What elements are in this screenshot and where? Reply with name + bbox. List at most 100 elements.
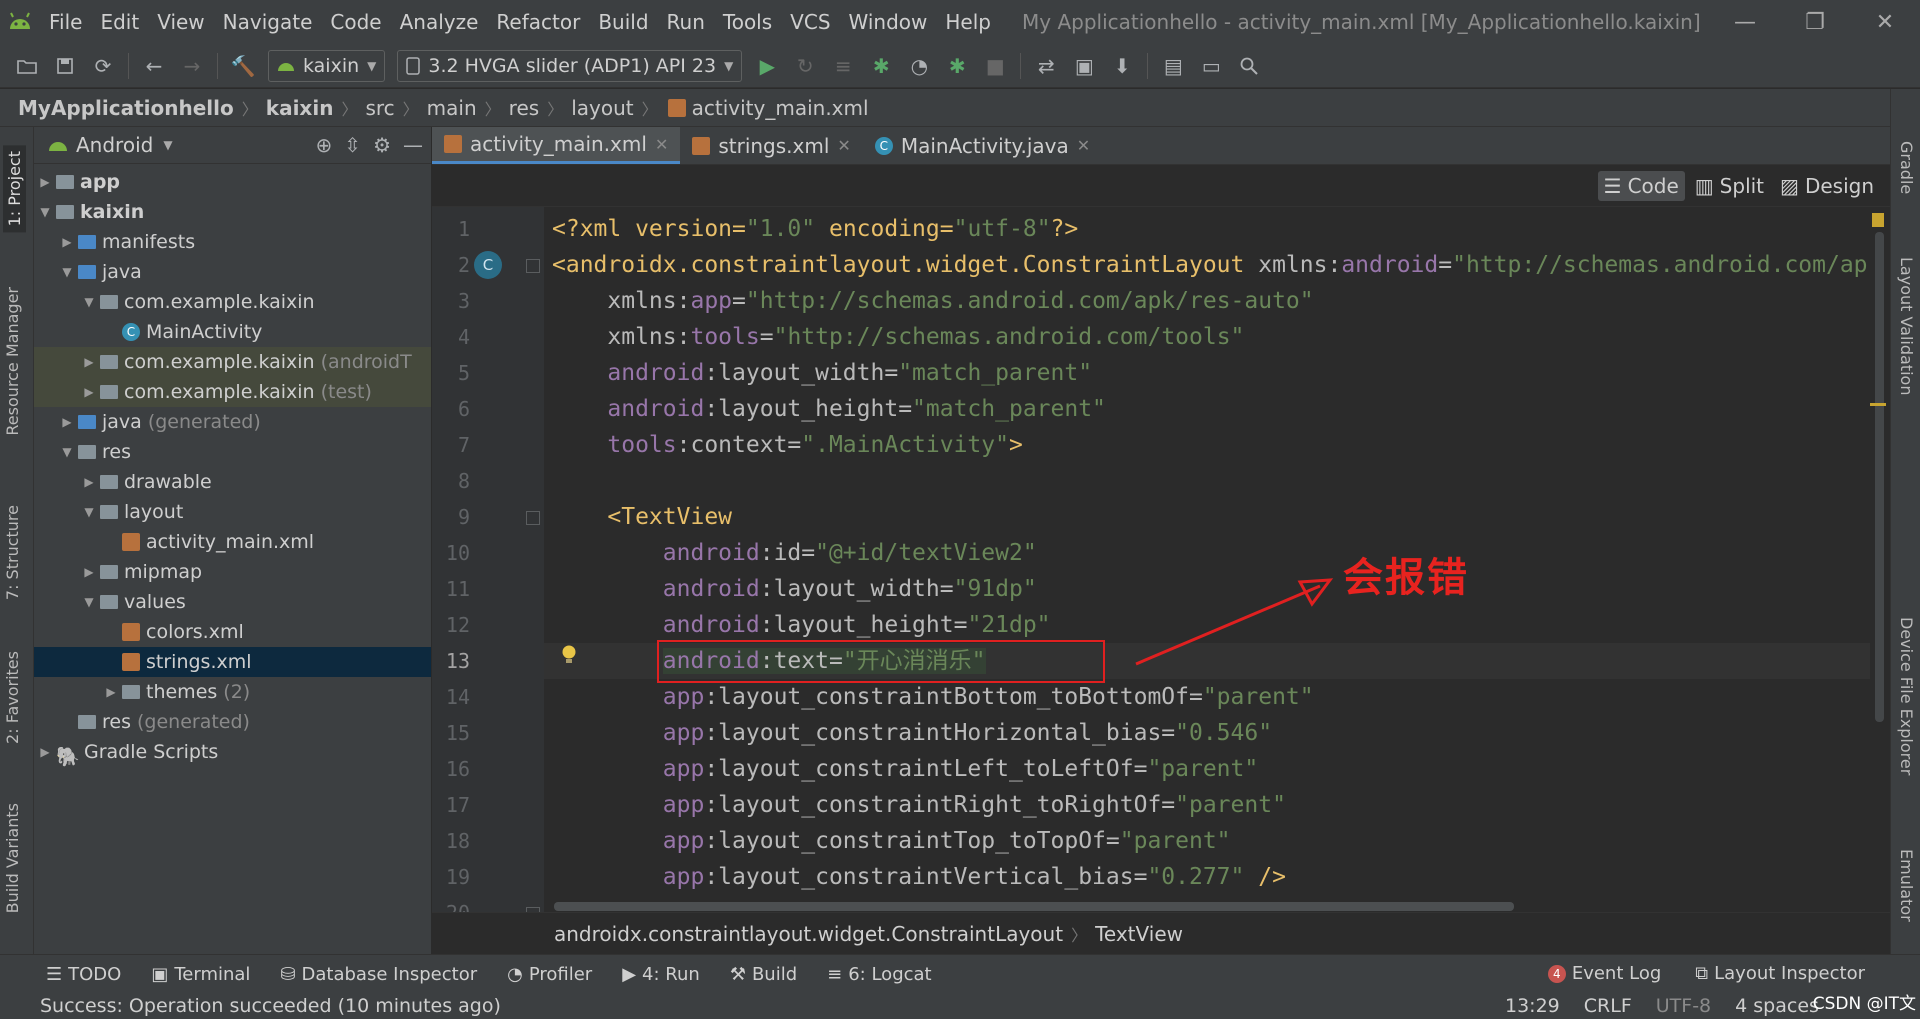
expand-arrow-icon[interactable]: ▶ — [56, 415, 78, 429]
status-message[interactable]: Success: Operation succeeded (10 minutes… — [40, 995, 501, 1017]
menu-view[interactable]: View — [148, 10, 213, 34]
tab-activity-main-xml[interactable]: activity_main.xml ✕ — [432, 127, 681, 164]
caret-position[interactable]: 13:29 — [1505, 995, 1560, 1017]
editor-vertical-scrollbar[interactable] — [1870, 207, 1890, 912]
tree-item[interactable]: res (generated) — [34, 707, 431, 737]
collapse-arrow-icon[interactable]: ▼ — [78, 595, 100, 609]
run-button[interactable]: ▶ 4: Run — [622, 964, 700, 985]
expand-arrow-icon[interactable]: ▶ — [78, 355, 100, 369]
code-view-button[interactable]: ☰ Code — [1597, 171, 1685, 201]
tab-structure[interactable]: 7: Structure — [3, 505, 22, 600]
split-view-button[interactable]: ▥ Split — [1689, 171, 1770, 201]
chevron-down-icon[interactable]: ▼ — [163, 138, 172, 152]
tree-item[interactable]: ▶ mipmap — [34, 557, 431, 587]
tab-mainactivity-java[interactable]: C MainActivity.java ✕ — [863, 127, 1102, 164]
close-tab-icon[interactable]: ✕ — [1077, 136, 1090, 155]
code-editor[interactable]: <?xml version="1.0" encoding="utf-8"?> <… — [544, 207, 1870, 912]
expand-arrow-icon[interactable]: ▶ — [78, 565, 100, 579]
expand-arrow-icon[interactable]: ▶ — [100, 685, 122, 699]
hide-icon[interactable]: — — [403, 133, 423, 157]
event-log-button[interactable]: 4 Event Log — [1547, 963, 1661, 984]
database-inspector-button[interactable]: ⛁ Database Inspector — [280, 964, 477, 985]
device-select[interactable]: 3.2 HVGA slider (ADP1) API 23 ▼ — [397, 49, 743, 82]
tree-item[interactable]: ▼ com.example.kaixin — [34, 287, 431, 317]
run-icon[interactable]: ▶ — [748, 49, 786, 83]
stop-icon[interactable]: ■ — [976, 49, 1014, 83]
forward-arrow-icon[interactable]: → — [173, 49, 211, 83]
open-folder-icon[interactable] — [8, 49, 46, 83]
tab-resource-manager[interactable]: Resource Manager — [3, 287, 22, 436]
collapse-arrow-icon[interactable]: ▼ — [78, 505, 100, 519]
tree-item[interactable]: ▶ java (generated) — [34, 407, 431, 437]
minimize-button[interactable]: — — [1710, 10, 1780, 35]
tree-item[interactable]: ▶ manifests — [34, 227, 431, 257]
collapse-arrow-icon[interactable]: ▼ — [56, 265, 78, 279]
layout-inspector-button[interactable]: ⧉ Layout Inspector — [1695, 963, 1865, 984]
logcat-button[interactable]: ≡ 6: Logcat — [827, 964, 931, 985]
expand-arrow-icon[interactable]: ▶ — [34, 745, 56, 759]
expand-arrow-icon[interactable]: ▶ — [78, 385, 100, 399]
menu-help[interactable]: Help — [936, 10, 1000, 34]
tab-emulator[interactable]: Emulator — [1897, 849, 1916, 922]
editor-breadcrumb-item[interactable]: androidx.constraintlayout.widget.Constra… — [554, 922, 1063, 946]
profiler-button[interactable]: ◔ Profiler — [507, 964, 592, 985]
menu-tools[interactable]: Tools — [714, 10, 781, 34]
close-window-button[interactable]: ✕ — [1850, 10, 1920, 35]
tree-item[interactable]: ▶ com.example.kaixin (test) — [34, 377, 431, 407]
tab-device-file-explorer[interactable]: Device File Explorer — [1897, 617, 1916, 775]
editor-horizontal-scrollbar[interactable] — [544, 902, 1870, 912]
tree-item[interactable]: C MainActivity — [34, 317, 431, 347]
tree-item[interactable]: ▼ kaixin — [34, 197, 431, 227]
class-marker-icon[interactable]: C — [474, 251, 502, 279]
warning-status-indicator[interactable] — [1872, 213, 1884, 227]
apply-changes-icon[interactable]: ↻ — [786, 49, 824, 83]
terminal-button[interactable]: ▣ Terminal — [151, 964, 250, 985]
breadcrumb-file[interactable]: activity_main.xml — [692, 96, 869, 120]
close-tab-icon[interactable]: ✕ — [655, 135, 668, 154]
collapse-all-icon[interactable]: ⇳ — [344, 133, 361, 157]
apply-code-changes-icon[interactable]: ≡ — [824, 49, 862, 83]
menu-edit[interactable]: Edit — [91, 10, 148, 34]
expand-arrow-icon[interactable]: ▶ — [56, 235, 78, 249]
menu-analyze[interactable]: Analyze — [391, 10, 488, 34]
tree-item[interactable]: ▼ java — [34, 257, 431, 287]
tree-item[interactable]: ▶ com.example.kaixin (androidT — [34, 347, 431, 377]
sync-gradle-icon[interactable]: ⇄ — [1027, 49, 1065, 83]
menu-build[interactable]: Build — [589, 10, 657, 34]
project-view-select[interactable]: Android — [76, 133, 153, 157]
tree-item[interactable]: ▼ values — [34, 587, 431, 617]
profile-icon[interactable]: ◔ — [900, 49, 938, 83]
expand-arrow-icon[interactable]: ▶ — [78, 475, 100, 489]
breadcrumb-main[interactable]: main — [427, 96, 477, 120]
menu-refactor[interactable]: Refactor — [487, 10, 589, 34]
menu-code[interactable]: Code — [321, 10, 390, 34]
tree-item[interactable]: ▶ themes (2) — [34, 677, 431, 707]
run-config-select[interactable]: kaixin ▼ — [268, 49, 386, 82]
menu-run[interactable]: Run — [658, 10, 714, 34]
indent-setting[interactable]: 4 spaces — [1735, 995, 1819, 1017]
collapse-arrow-icon[interactable]: ▼ — [56, 445, 78, 459]
expand-arrow-icon[interactable]: ▶ — [34, 175, 56, 189]
avd-manager-icon[interactable]: ▣ — [1065, 49, 1103, 83]
fold-marker-icon[interactable] — [526, 511, 540, 525]
tree-item[interactable]: ▶ app — [34, 167, 431, 197]
menu-navigate[interactable]: Navigate — [214, 10, 322, 34]
editor-breadcrumb-item[interactable]: TextView — [1095, 922, 1183, 946]
design-view-button[interactable]: ▨ Design — [1774, 171, 1880, 201]
intention-bulb-icon[interactable] — [560, 644, 578, 666]
project-structure-icon[interactable]: ▤ — [1154, 49, 1192, 83]
tree-item[interactable]: colors.xml — [34, 617, 431, 647]
menu-window[interactable]: Window — [840, 10, 937, 34]
collapse-arrow-icon[interactable]: ▼ — [34, 205, 56, 219]
gear-icon[interactable]: ⚙ — [373, 133, 391, 157]
make-project-hammer-icon[interactable]: 🔨 — [224, 49, 262, 83]
scrollbar-thumb[interactable] — [554, 902, 1514, 911]
breadcrumb-res[interactable]: res — [509, 96, 540, 120]
breadcrumb-src[interactable]: src — [365, 96, 394, 120]
sdk-manager-icon[interactable]: ⬇ — [1103, 49, 1141, 83]
tree-item[interactable]: ▶ drawable — [34, 467, 431, 497]
tab-strings-xml[interactable]: strings.xml ✕ — [680, 127, 862, 164]
menu-vcs[interactable]: VCS — [781, 10, 839, 34]
breadcrumb-layout[interactable]: layout — [571, 96, 633, 120]
todo-button[interactable]: ☰ TODO — [46, 964, 121, 985]
